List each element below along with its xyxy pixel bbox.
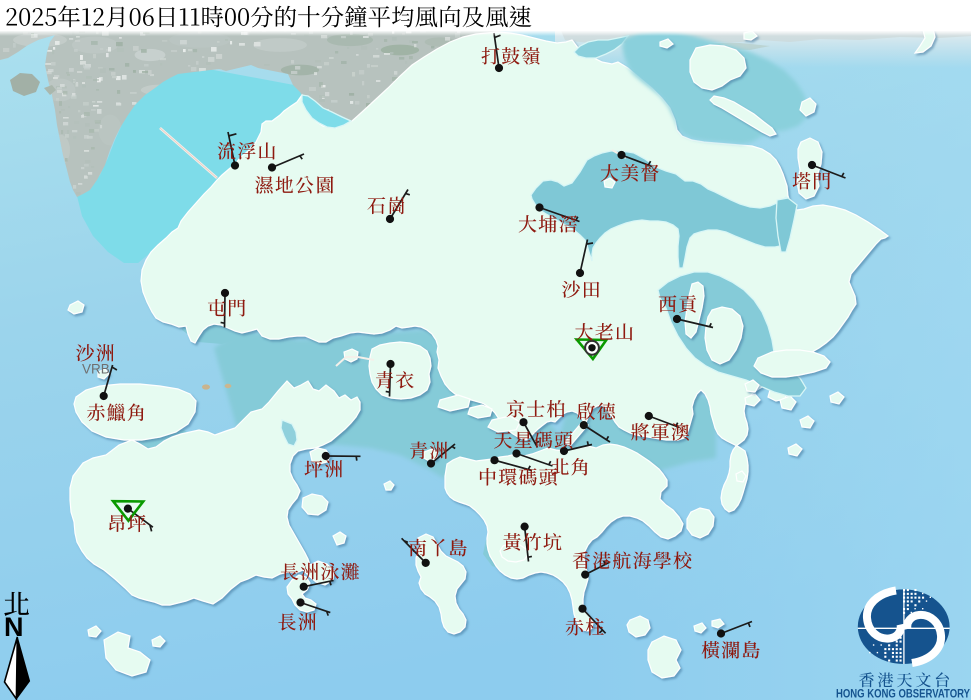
svg-text:VRB: VRB	[82, 362, 110, 377]
svg-text:HONG KONG OBSERVATORY: HONG KONG OBSERVATORY	[836, 687, 970, 700]
svg-text:N: N	[4, 612, 24, 642]
